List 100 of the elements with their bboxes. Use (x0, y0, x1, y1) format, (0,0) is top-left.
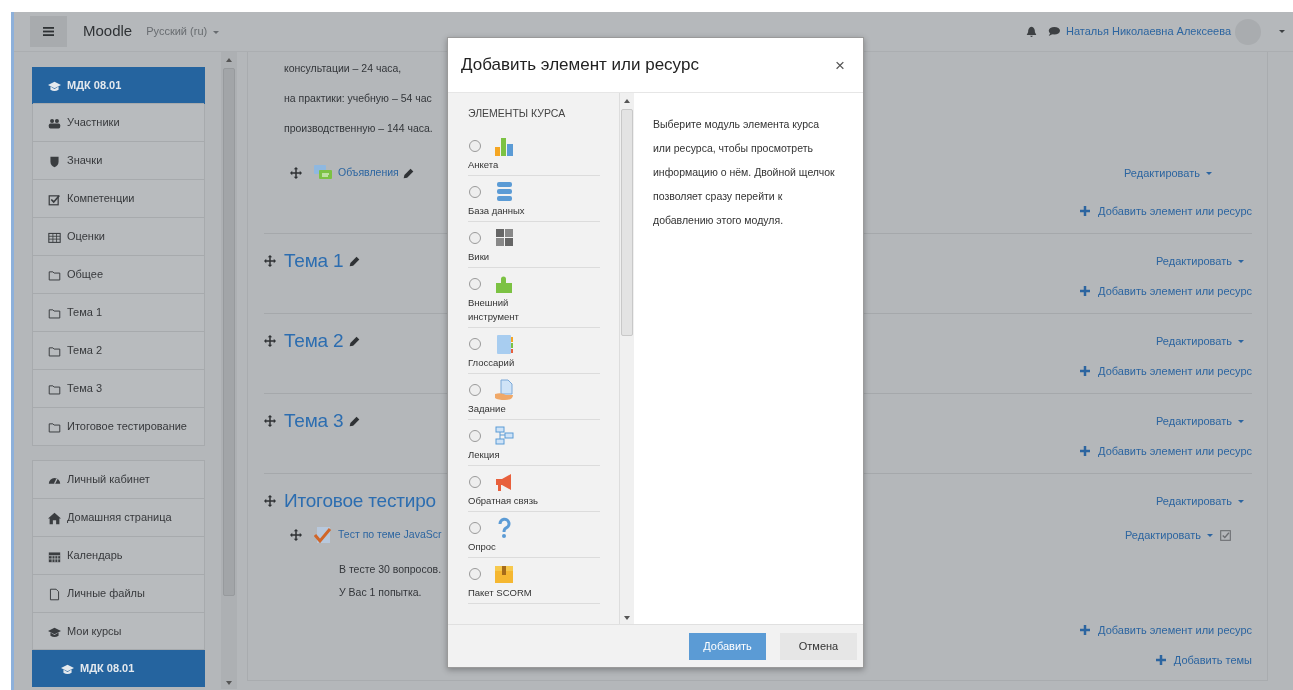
scroll-down-icon[interactable] (624, 616, 630, 620)
move-icon (290, 167, 302, 179)
sidebar-item[interactable]: Тема 3 (33, 369, 204, 407)
module-option[interactable]: Задание (468, 373, 600, 420)
sidebar-item[interactable]: Участники (33, 103, 204, 141)
radio-button[interactable] (469, 337, 481, 350)
sidebar-item[interactable]: Оценки (33, 217, 204, 255)
help-text: Выберите модуль элемента курса или ресурса, чтобы просмотреть информацию о нём. Двойной щелчок позволяет сразу перейти к добавлению этого модуля. (652, 117, 836, 228)
close-button[interactable]: × (831, 56, 849, 74)
sidebar-item[interactable]: Тема 1 (33, 293, 204, 331)
module-option[interactable]: База данных (468, 175, 600, 222)
intro-text: производственную – 144 часа. (284, 121, 433, 136)
caret-icon (1279, 30, 1285, 33)
module-option[interactable]: Вики (468, 221, 600, 268)
sidebar-item[interactable]: Тема 2 (33, 331, 204, 369)
radio-button[interactable] (469, 139, 481, 152)
bell-icon (1025, 26, 1037, 37)
hand-document-icon (493, 378, 515, 401)
move-icon (264, 255, 276, 267)
caret-icon (1238, 500, 1244, 504)
folder-icon (48, 345, 61, 358)
activity-description: В тесте 30 вопросов. (339, 562, 442, 577)
users-icon (48, 117, 61, 130)
intro-text: консультации – 24 часа, (284, 61, 402, 76)
move-icon (264, 495, 276, 507)
module-option[interactable]: Лекция (468, 419, 600, 466)
caret-icon (213, 30, 220, 34)
module-option[interactable]: Опрос (468, 511, 600, 558)
pencil-icon (349, 415, 361, 427)
scroll-up-icon[interactable] (624, 99, 630, 103)
menu-icon (43, 27, 54, 36)
pencil-icon (349, 335, 361, 347)
graduation-cap-icon (48, 80, 61, 93)
file-icon (48, 588, 61, 601)
module-option[interactable]: Анкета (468, 129, 600, 176)
plus-icon (1080, 286, 1091, 296)
plus-icon (1080, 446, 1091, 456)
tiles-icon (493, 226, 515, 249)
radio-button[interactable] (469, 277, 481, 290)
scrollbar-thumb[interactable] (621, 109, 633, 336)
sidebar-item[interactable]: Значки (33, 141, 204, 179)
module-option[interactable]: Пакет SCORM (468, 557, 600, 604)
move-icon (290, 529, 302, 541)
caret-icon (1238, 340, 1244, 344)
chat-bubbles-icon (314, 165, 332, 181)
sidebar-item[interactable]: Личные файлы (33, 574, 204, 612)
pencil-icon (349, 255, 361, 267)
folder-icon (48, 383, 61, 396)
caret-icon (1238, 420, 1244, 424)
sidebar-item[interactable]: Общее (33, 255, 204, 293)
move-icon (264, 335, 276, 347)
radio-button[interactable] (469, 185, 481, 198)
plus-icon (1080, 366, 1091, 376)
home-icon (48, 512, 61, 525)
radio-button[interactable] (469, 475, 481, 488)
table-icon (48, 231, 61, 244)
folder-icon (48, 307, 61, 320)
checkbox-icon (48, 193, 61, 206)
module-option[interactable]: Глоссарий (468, 327, 600, 374)
shield-icon (48, 155, 61, 168)
list-heading: ЭЛЕМЕНТЫ КУРСА (468, 106, 567, 121)
pencil-icon (402, 167, 414, 179)
caret-icon (1206, 172, 1212, 176)
module-option[interactable]: Внешний инструмент (468, 267, 600, 328)
radio-button[interactable] (469, 383, 481, 396)
cancel-button[interactable]: Отмена (780, 632, 857, 660)
sidebar-item[interactable]: МДК 08.01 (32, 649, 205, 687)
chat-icon (1047, 26, 1060, 37)
plus-icon (1080, 625, 1091, 635)
checklist-icon (314, 526, 332, 544)
radio-button[interactable] (469, 567, 481, 580)
calendar-icon (48, 550, 61, 563)
sidebar-item[interactable]: Домашняя страница (33, 498, 204, 536)
module-option[interactable]: Обратная связь (468, 465, 600, 512)
site-brand[interactable]: Moodle (83, 20, 133, 43)
scroll-up-icon[interactable] (226, 58, 232, 62)
radio-button[interactable] (469, 231, 481, 244)
graduation-cap-icon (61, 663, 74, 676)
sidebar-item[interactable]: Календарь (33, 536, 204, 574)
plus-icon (1080, 206, 1091, 216)
activity-description: У Вас 1 попытка. (339, 585, 422, 600)
radio-button[interactable] (469, 429, 481, 442)
scrollbar[interactable] (619, 93, 634, 624)
modal-title: Добавить элемент или ресурс (461, 54, 699, 76)
menu-button[interactable] (30, 16, 67, 47)
radio-button[interactable] (469, 521, 481, 534)
move-icon (264, 415, 276, 427)
caret-icon (1207, 534, 1213, 538)
caret-icon (1238, 260, 1244, 264)
checkbox-icon (1220, 529, 1231, 541)
intro-text: на практики: учебную – 54 час (284, 91, 432, 106)
sidebar-item[interactable]: Компетенции (33, 179, 204, 217)
sidebar-item[interactable]: Итоговое тестирование (33, 407, 204, 445)
folder-icon (48, 269, 61, 282)
scroll-down-icon[interactable] (226, 681, 232, 685)
sidebar-item[interactable]: МДК 08.01 (32, 67, 205, 104)
flowchart-icon (493, 424, 515, 447)
plus-icon (1155, 655, 1166, 665)
scrollbar[interactable] (221, 52, 237, 689)
sidebar-item[interactable]: Личный кабинет (33, 461, 204, 498)
